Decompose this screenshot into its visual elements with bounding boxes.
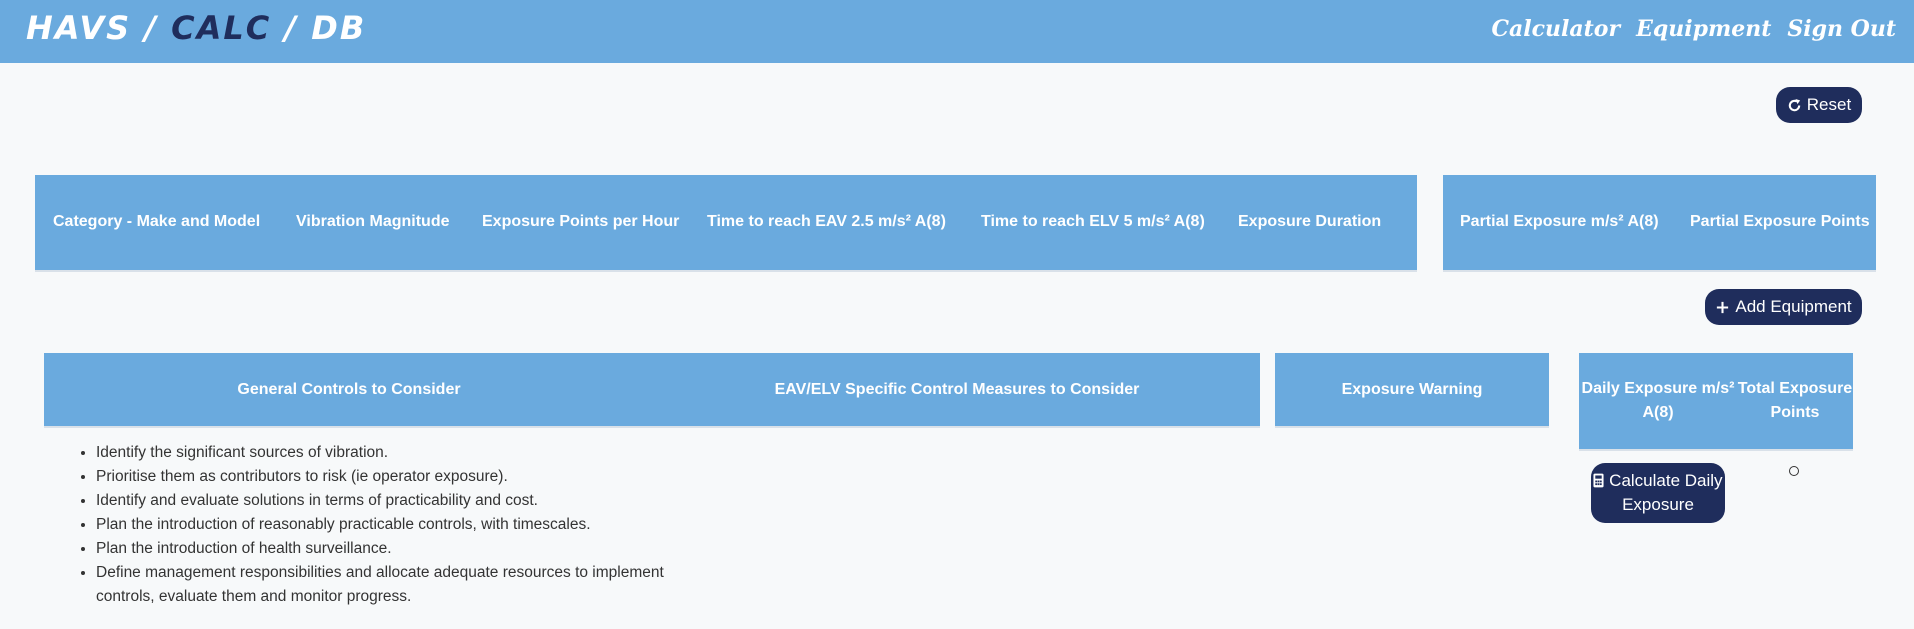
plus-icon [1717,301,1729,313]
equipment-table-header: Category - Make and Model Vibration Magn… [35,175,1417,270]
col-specific-controls: EAV/ELV Specific Control Measures to Con… [774,380,1140,398]
controls-table-header: General Controls to Consider EAV/ELV Spe… [44,353,1260,426]
list-item: Prioritise them as contributors to risk … [96,465,666,489]
col-exposure-duration: Exposure Duration [1238,213,1382,230]
general-controls-list: Identify the significant sources of vibr… [75,441,666,609]
nav-links: Calculator Equipment Sign Out [1492,16,1897,42]
add-equipment-button[interactable]: Add Equipment [1705,289,1862,325]
exposure-warning-header: Exposure Warning [1275,353,1549,426]
list-item: Identify the significant sources of vibr… [96,441,666,465]
calculator-icon [1593,473,1604,488]
redo-icon [1788,98,1801,111]
top-navbar: HAVS / CALC / DB Calculator Equipment Si… [0,0,1914,63]
calculate-daily-exposure-button[interactable]: Calculate Daily Exposure [1591,463,1725,523]
list-item: Plan the introduction of reasonably prac… [96,513,666,537]
list-item: Plan the introduction of health surveill… [96,537,666,561]
brand-logo[interactable]: HAVS / CALC / DB [26,9,366,47]
list-item: Identify and evaluate solutions in terms… [96,489,666,513]
brand-part-calc: CALC [171,9,272,47]
col-partial-exposure-points: Partial Exposure Points [1690,213,1870,230]
nav-calculator-link[interactable]: Calculator [1492,16,1621,42]
col-time-to-elv: Time to reach ELV 5 m/s² A(8) [981,213,1205,230]
col-partial-exposure: Partial Exposure m/s² A(8) [1460,213,1659,230]
col-exposure-warning: Exposure Warning [1341,380,1483,398]
partial-exposure-table-header: Partial Exposure m/s² A(8) Partial Expos… [1443,175,1876,270]
total-exposure-points-value: 0 [1789,466,1799,476]
col-general-controls: General Controls to Consider [237,380,461,398]
brand-part-db: / DB [271,9,367,47]
daily-exposure-table-header: Daily Exposure m/s² A(8) Total Exposure … [1579,353,1853,449]
nav-sign-out-link[interactable]: Sign Out [1787,16,1896,42]
col-daily-exposure: Daily Exposure m/s² A(8) [1581,380,1735,421]
col-total-exposure-points: Total Exposure Points [1737,380,1853,421]
reset-button-label: Reset [1806,95,1852,114]
col-vibration-magnitude: Vibration Magnitude [296,213,450,230]
calculate-button-content: Calculate Daily Exposure [1591,469,1725,517]
brand-part-havs: HAVS / [26,9,172,47]
list-item: Define management responsibilities and a… [96,561,666,609]
reset-button[interactable]: Reset [1776,87,1862,123]
add-equipment-button-label: Add Equipment [1735,297,1852,316]
col-time-to-eav: Time to reach EAV 2.5 m/s² A(8) [707,213,946,230]
calculate-button-label: Calculate Daily Exposure [1609,471,1723,514]
col-category-make-model: Category - Make and Model [53,213,261,230]
col-exposure-points-per-hour: Exposure Points per Hour [482,213,680,230]
nav-equipment-link[interactable]: Equipment [1636,16,1771,42]
